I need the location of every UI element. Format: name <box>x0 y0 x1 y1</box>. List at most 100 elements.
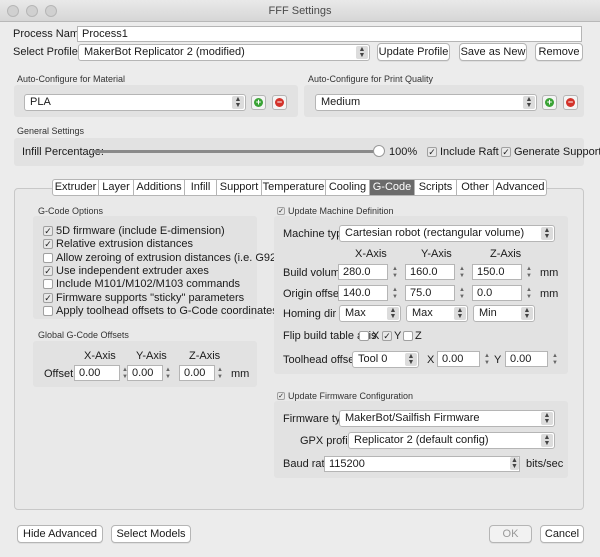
stepper-icon[interactable]: ▲ ▼ <box>164 367 172 381</box>
hide-advanced-button[interactable]: Hide Advanced <box>17 525 103 543</box>
firmware-config-title: Update Firmware Configuration <box>288 391 414 401</box>
gcode-option-checkbox[interactable] <box>43 279 53 290</box>
stepper-icon[interactable]: ▲ ▼ <box>458 266 466 280</box>
origin-y-spinner[interactable]: 75.0 ▲ ▼ <box>405 285 465 301</box>
tool-x-value: 0.00 <box>442 353 464 365</box>
ok-button[interactable]: OK <box>489 525 532 543</box>
build-x-spinner[interactable]: 280.0 ▲ ▼ <box>338 264 398 280</box>
gcode-option-checkbox[interactable] <box>43 305 53 316</box>
quality-select[interactable]: Medium ▲ ▼ <box>315 94 537 111</box>
baud-dropdown-icon[interactable]: ▲ ▼ <box>510 457 519 470</box>
profile-select[interactable]: MakerBot Replicator 2 (modified) ▲ ▼ <box>78 44 370 61</box>
tab-infill[interactable]: Infill <box>185 179 217 196</box>
origin-x-spinner[interactable]: 140.0 ▲ ▼ <box>338 285 398 301</box>
save-as-new-button[interactable]: Save as New <box>459 43 527 61</box>
remove-profile-button[interactable]: Remove <box>535 43 583 61</box>
flip-x-label: X <box>372 330 380 342</box>
stepper-icon[interactable]: ▲ ▼ <box>551 353 559 367</box>
remove-material-button[interactable]: − <box>272 95 287 110</box>
remove-quality-button[interactable]: − <box>563 95 578 110</box>
tab-advanced[interactable]: Advanced <box>494 179 547 196</box>
tool-y-spinner[interactable]: 0.00 ▲ ▼ <box>505 351 558 367</box>
flip-x-checkbox[interactable] <box>359 331 369 341</box>
machine-type-select[interactable]: Cartesian robot (rectangular volume) ▲ ▼ <box>339 225 555 242</box>
tab-temperature[interactable]: Temperature <box>262 179 326 196</box>
gcode-option-checkbox[interactable] <box>43 252 53 263</box>
flip-z-label: Z <box>415 330 422 342</box>
chevron-updown-icon: ▲ ▼ <box>405 353 417 366</box>
cancel-button[interactable]: Cancel <box>540 525 584 543</box>
flip-y-label: Y <box>394 330 402 342</box>
gpx-profile-select[interactable]: Replicator 2 (default config) ▲ ▼ <box>348 432 555 449</box>
gcode-option-checkbox[interactable]: ✓ <box>43 226 53 236</box>
chevron-updown-icon: ▲ ▼ <box>541 412 553 425</box>
toolhead-value: Tool 0 <box>358 353 388 365</box>
add-quality-button[interactable]: + <box>542 95 557 110</box>
toolhead-select[interactable]: Tool 0 ▲ ▼ <box>352 351 419 368</box>
select-profile-label: Select Profile: <box>13 46 81 58</box>
plus-icon: + <box>254 97 263 107</box>
stepper-icon[interactable]: ▲ ▼ <box>525 287 533 301</box>
stepper-icon[interactable]: ▲ ▼ <box>391 287 399 301</box>
stepper-icon[interactable]: ▲ ▼ <box>525 266 533 280</box>
build-y-spinner[interactable]: 160.0 ▲ ▼ <box>405 264 465 280</box>
origin-x-value: 140.0 <box>343 287 371 299</box>
homing-y-select[interactable]: Max ▲ ▼ <box>406 305 468 322</box>
offset-z-spinner[interactable]: 0.00 ▲ ▼ <box>179 365 223 381</box>
update-machine-checkbox[interactable]: ✓ <box>277 207 285 215</box>
origin-y-value: 75.0 <box>410 287 432 299</box>
window-title: FFF Settings <box>268 5 332 17</box>
global-offsets-title: Global G-Code Offsets <box>38 330 129 340</box>
gcode-option-checkbox[interactable]: ✓ <box>43 292 53 303</box>
machine-y-header: Y-Axis <box>421 248 452 260</box>
stepper-icon[interactable]: ▲ ▼ <box>483 353 491 367</box>
include-raft-checkbox[interactable]: ✓ <box>427 147 437 157</box>
profile-value: MakerBot Replicator 2 (modified) <box>84 46 245 58</box>
infill-slider-thumb[interactable] <box>373 145 385 157</box>
tool-x-spinner[interactable]: 0.00 ▲ ▼ <box>437 351 490 367</box>
close-window-button[interactable] <box>7 5 19 17</box>
tab-extruder[interactable]: Extruder <box>52 179 99 196</box>
build-z-spinner[interactable]: 150.0 ▲ ▼ <box>472 264 532 280</box>
add-material-button[interactable]: + <box>251 95 266 110</box>
offset-x-spinner[interactable]: 0.00 ▲ ▼ <box>74 365 128 381</box>
tab-cooling[interactable]: Cooling <box>326 179 370 196</box>
process-name-input[interactable]: Process1 <box>77 26 582 42</box>
tab-other[interactable]: Other <box>457 179 494 196</box>
update-profile-button[interactable]: Update Profile <box>377 43 450 61</box>
toolhead-offsets-label: Toolhead offsets <box>283 354 363 366</box>
tab-scripts[interactable]: Scripts <box>415 179 457 196</box>
tab-support[interactable]: Support <box>217 179 262 196</box>
offset-y-spinner[interactable]: 0.00 ▲ ▼ <box>127 365 171 381</box>
material-value: PLA <box>30 96 51 108</box>
zoom-window-button[interactable] <box>45 5 57 17</box>
generate-support-checkbox[interactable]: ✓ <box>501 147 511 157</box>
gcode-option-checkbox[interactable]: ✓ <box>43 239 53 250</box>
include-raft-label: Include Raft <box>440 146 499 158</box>
flip-z-checkbox[interactable] <box>403 331 413 341</box>
homing-z-select[interactable]: Min ▲ ▼ <box>473 305 535 322</box>
generate-support-label: Generate Support <box>514 146 600 158</box>
stepper-icon[interactable]: ▲ ▼ <box>216 367 224 381</box>
homing-x-select[interactable]: Max ▲ ▼ <box>339 305 401 322</box>
general-settings-title: General Settings <box>17 126 85 136</box>
gcode-option-checkbox[interactable]: ✓ <box>43 265 53 276</box>
flip-y-checkbox[interactable]: ✓ <box>382 331 392 341</box>
quality-value: Medium <box>321 96 361 108</box>
tab-g-code[interactable]: G-Code <box>370 179 415 196</box>
minimize-window-button[interactable] <box>26 5 38 17</box>
stepper-icon[interactable]: ▲ ▼ <box>391 266 399 280</box>
chevron-updown-icon: ▲ ▼ <box>541 227 553 240</box>
firmware-type-select[interactable]: MakerBot/Sailfish Firmware ▲ ▼ <box>339 410 555 427</box>
machine-x-header: X-Axis <box>355 248 387 260</box>
tab-additions[interactable]: Additions <box>134 179 185 196</box>
tab-layer[interactable]: Layer <box>99 179 134 196</box>
origin-z-spinner[interactable]: 0.0 ▲ ▼ <box>472 285 532 301</box>
origin-offset-label: Origin offset <box>283 288 343 300</box>
stepper-icon[interactable]: ▲ ▼ <box>458 287 466 301</box>
update-firmware-checkbox[interactable]: ✓ <box>277 392 285 400</box>
baud-rate-input[interactable]: 115200 <box>324 456 520 472</box>
build-volume-label: Build volume <box>283 267 346 279</box>
select-models-button[interactable]: Select Models <box>111 525 191 543</box>
material-select[interactable]: PLA ▲ ▼ <box>24 94 246 111</box>
